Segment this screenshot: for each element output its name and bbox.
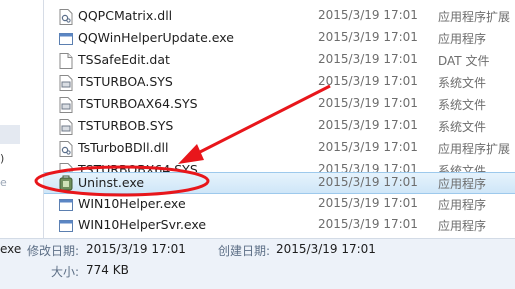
details-pane: exe 修改日期: 2015/3/19 17:01 创建日期: 2015/3/1…: [0, 238, 515, 289]
file-modified-date: 2015/3/19 17:01: [318, 96, 418, 110]
blank-file-icon: [59, 53, 73, 69]
file-modified-date: 2015/3/19 17:01: [318, 217, 418, 231]
size-value: 774 KB: [86, 263, 129, 277]
file-name: TSTURBOA.SYS: [78, 74, 173, 89]
file-name: TSTURBOB.SYS: [78, 118, 174, 133]
uninstaller-icon: [59, 175, 73, 191]
file-row[interactable]: QQWinHelperUpdate.exe 2015/3/19 17:01 应用…: [44, 27, 515, 49]
file-name: Uninst.exe: [78, 175, 145, 190]
file-modified-date: 2015/3/19 17:01: [318, 196, 418, 210]
file-list: QQPCMatrix.dll 2015/3/19 17:01 应用程序扩展 QQ…: [44, 0, 515, 238]
file-row[interactable]: TSTURBOAX64.SYS 2015/3/19 17:01 系统文件: [44, 93, 515, 115]
file-row[interactable]: QQPCMatrix.dll 2015/3/19 17:01 应用程序扩展: [44, 5, 515, 27]
file-type: 系统文件: [438, 120, 487, 134]
file-row[interactable]: TsTurboBDll.dll 2015/3/19 17:01 应用程序扩展: [44, 137, 515, 159]
file-name: WIN10Helper.exe: [78, 196, 186, 211]
file-type: 应用程序: [438, 219, 487, 233]
file-modified-date: 2015/3/19 17:01: [318, 175, 418, 189]
file-type: 应用程序: [438, 32, 487, 46]
file-row[interactable]: TSTURBOA.SYS 2015/3/19 17:01 系统文件: [44, 71, 515, 93]
file-name: TSTURBOAX64.SYS: [78, 96, 198, 111]
file-type: 应用程序扩展: [438, 10, 511, 24]
file-row[interactable]: WIN10HelperSvr.exe 2015/3/19 17:01 应用程序: [44, 214, 515, 236]
system-file-icon: [59, 75, 73, 91]
file-row[interactable]: WIN10Helper.exe 2015/3/19 17:01 应用程序: [44, 193, 515, 215]
system-file-icon: [59, 97, 73, 113]
modified-date-label: 修改日期:: [27, 244, 80, 258]
file-modified-date: 2015/3/19 17:01: [318, 30, 418, 44]
app-window-icon: [59, 199, 73, 211]
dll-icon: [59, 141, 73, 157]
file-name: QQWinHelperUpdate.exe: [78, 30, 234, 45]
file-name: QQPCMatrix.dll: [78, 8, 173, 23]
file-type: 系统文件: [438, 98, 487, 112]
nav-item-fragment[interactable]: e: [0, 176, 7, 189]
file-type: DAT 文件: [438, 54, 490, 68]
modified-date-value: 2015/3/19 17:01: [86, 242, 186, 256]
file-modified-date: 2015/3/19 17:01: [318, 52, 418, 66]
nav-selected-item[interactable]: [0, 125, 20, 144]
app-window-icon: [59, 220, 73, 232]
created-date-label: 创建日期:: [218, 244, 271, 258]
app-window-icon: [59, 33, 73, 45]
size-label: 大小:: [51, 265, 80, 279]
file-type: 系统文件: [438, 76, 487, 90]
file-modified-date: 2015/3/19 17:01: [318, 8, 418, 22]
file-modified-date: 2015/3/19 17:01: [318, 74, 418, 88]
file-name: WIN10HelperSvr.exe: [78, 217, 207, 232]
file-row[interactable]: TSSafeEdit.dat 2015/3/19 17:01 DAT 文件: [44, 49, 515, 71]
navigation-pane[interactable]: ) e: [0, 0, 44, 238]
file-modified-date: 2015/3/19 17:01: [318, 118, 418, 132]
file-name: TsTurboBDll.dll: [78, 140, 169, 155]
created-date-value: 2015/3/19 17:01: [276, 242, 376, 256]
nav-item-fragment[interactable]: ): [0, 152, 4, 165]
system-file-icon: [59, 119, 73, 135]
file-row-selected[interactable]: Uninst.exe 2015/3/19 17:01 应用程序: [44, 172, 515, 194]
file-row[interactable]: TSTURBOB.SYS 2015/3/19 17:01 系统文件: [44, 115, 515, 137]
file-type-fragment: exe: [0, 242, 22, 256]
file-name: TSSafeEdit.dat: [78, 52, 170, 67]
dll-icon: [59, 9, 73, 25]
file-modified-date: 2015/3/19 17:01: [318, 140, 418, 154]
file-type: 应用程序: [438, 177, 487, 191]
file-type: 应用程序: [438, 198, 487, 212]
file-type: 应用程序扩展: [438, 142, 511, 156]
